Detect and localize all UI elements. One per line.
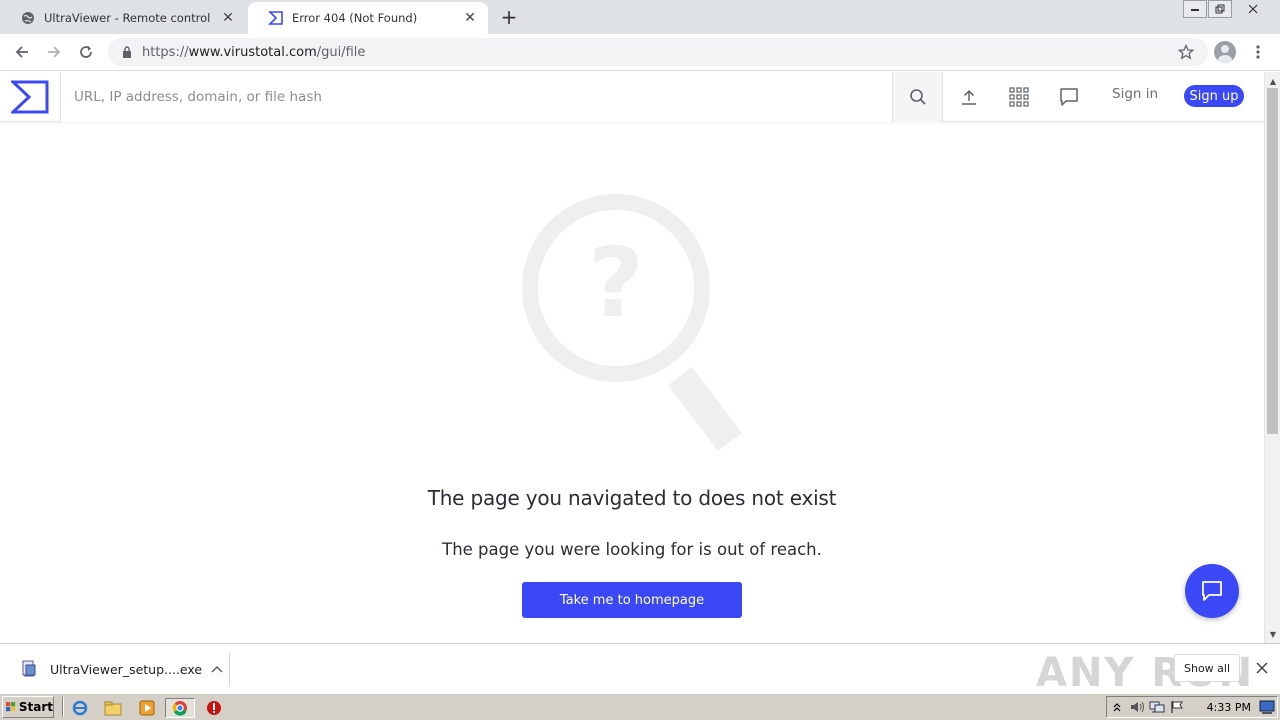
search-icon — [909, 89, 926, 105]
start-button[interactable]: Start — [2, 696, 54, 718]
page-title: The page you navigated to does not exist — [427, 486, 837, 510]
tab-title: UltraViewer - Remote control softwa — [44, 11, 214, 25]
arrow-right-icon — [48, 46, 61, 58]
restore-icon — [1215, 4, 1225, 14]
scrollbar-thumb[interactable] — [1267, 88, 1278, 434]
bookmark-star-icon[interactable] — [1176, 42, 1196, 62]
tab-close-icon[interactable]: ✕ — [462, 10, 478, 26]
scroll-up-arrow-icon[interactable]: ▲ — [1265, 74, 1280, 88]
download-bar: UltraViewer_setup....exe ANY RUN Show al… — [0, 643, 1280, 696]
media-player-icon[interactable] — [137, 698, 157, 718]
back-button[interactable] — [10, 40, 34, 64]
chrome-taskbar-icon[interactable] — [165, 698, 195, 718]
action-center-flag-icon[interactable] — [1167, 698, 1187, 716]
reload-button[interactable] — [74, 40, 98, 64]
virustotal-logo-icon — [11, 80, 49, 114]
tab-ultraviewer[interactable]: UltraViewer - Remote control softwa ✕ — [0, 2, 246, 34]
tab-title: Error 404 (Not Found) — [292, 11, 418, 25]
page-subtitle: The page you were looking for is out of … — [442, 540, 822, 559]
apps-grid-button[interactable] — [1004, 83, 1034, 111]
system-tray: 4:33 PM — [1106, 696, 1278, 718]
chat-bubble-icon — [1202, 581, 1222, 601]
browser-toolbar: https://www.virustotal.com/gui/file — [0, 34, 1280, 71]
apps-grid-icon — [1009, 87, 1029, 107]
new-tab-button[interactable]: + — [498, 5, 520, 29]
sign-in-link[interactable]: Sign in — [1112, 86, 1158, 102]
close-window-button[interactable] — [1233, 0, 1273, 18]
address-bar[interactable]: https://www.virustotal.com/gui/file — [108, 38, 1208, 66]
virustotal-logo[interactable] — [0, 72, 61, 122]
search-input[interactable] — [61, 72, 893, 122]
homepage-button[interactable]: Take me to homepage — [522, 582, 742, 618]
tray-expand-icon[interactable] — [1107, 698, 1127, 716]
upload-icon — [962, 89, 976, 105]
internet-explorer-icon[interactable] — [70, 698, 90, 718]
taskbar-clock[interactable]: 4:33 PM — [1207, 701, 1251, 714]
forward-button[interactable] — [42, 40, 66, 64]
address-url: https://www.virustotal.com/gui/file — [142, 45, 365, 60]
chevron-up-icon[interactable] — [205, 662, 229, 676]
virustotal-favicon-icon — [268, 10, 284, 26]
download-item[interactable]: UltraViewer_setup....exe — [8, 652, 230, 686]
stop-sign-icon[interactable] — [204, 698, 224, 718]
lock-icon — [120, 45, 134, 59]
url-path: /gui/file — [316, 44, 366, 60]
start-label: Start — [18, 700, 53, 714]
chat-bubble-icon — [1060, 88, 1078, 106]
download-file-name: UltraViewer_setup....exe — [50, 661, 203, 677]
tab-close-icon[interactable]: ✕ — [220, 10, 236, 26]
file-explorer-icon[interactable] — [103, 698, 123, 718]
svg-text:?: ? — [588, 227, 644, 339]
arrow-left-icon — [15, 46, 28, 58]
browser-menu-icon[interactable] — [1250, 40, 1266, 64]
tab-error-404[interactable]: Error 404 (Not Found) ✕ — [248, 2, 488, 34]
windows-logo-icon — [6, 702, 16, 712]
magnifier-question-icon: ? — [522, 194, 742, 452]
scroll-down-arrow-icon[interactable]: ▼ — [1265, 627, 1280, 641]
feedback-button[interactable] — [1054, 83, 1084, 111]
installer-file-icon — [20, 660, 38, 678]
close-icon — [1248, 4, 1258, 14]
sign-up-button[interactable]: Sign up — [1184, 85, 1244, 107]
chat-support-button[interactable] — [1185, 564, 1239, 618]
volume-icon[interactable] — [1127, 698, 1147, 716]
tab-strip: UltraViewer - Remote control softwa ✕ Er… — [0, 0, 1280, 34]
reload-icon — [80, 46, 92, 58]
taskbar-separator — [62, 697, 64, 717]
url-scheme: https:// — [142, 44, 189, 60]
network-icon[interactable] — [1147, 698, 1167, 716]
search-button[interactable] — [892, 72, 943, 122]
show-all-button[interactable]: Show all — [1174, 654, 1240, 682]
restore-window-button[interactable] — [1208, 0, 1232, 18]
globe-icon — [20, 10, 36, 26]
minimize-window-button[interactable] — [1183, 0, 1207, 18]
site-header: Sign in Sign up — [0, 72, 1264, 122]
windows-taskbar: Start 4:33 PM — [0, 693, 1280, 720]
minimize-icon — [1191, 9, 1199, 11]
url-host: www.virustotal.com — [188, 44, 317, 60]
upload-button[interactable] — [954, 83, 984, 111]
page-scrollbar[interactable]: ▲ ▼ — [1264, 72, 1280, 643]
close-download-bar-icon[interactable] — [1252, 658, 1272, 678]
profile-avatar-icon[interactable] — [1214, 41, 1236, 63]
show-desktop-icon[interactable] — [1259, 699, 1275, 715]
